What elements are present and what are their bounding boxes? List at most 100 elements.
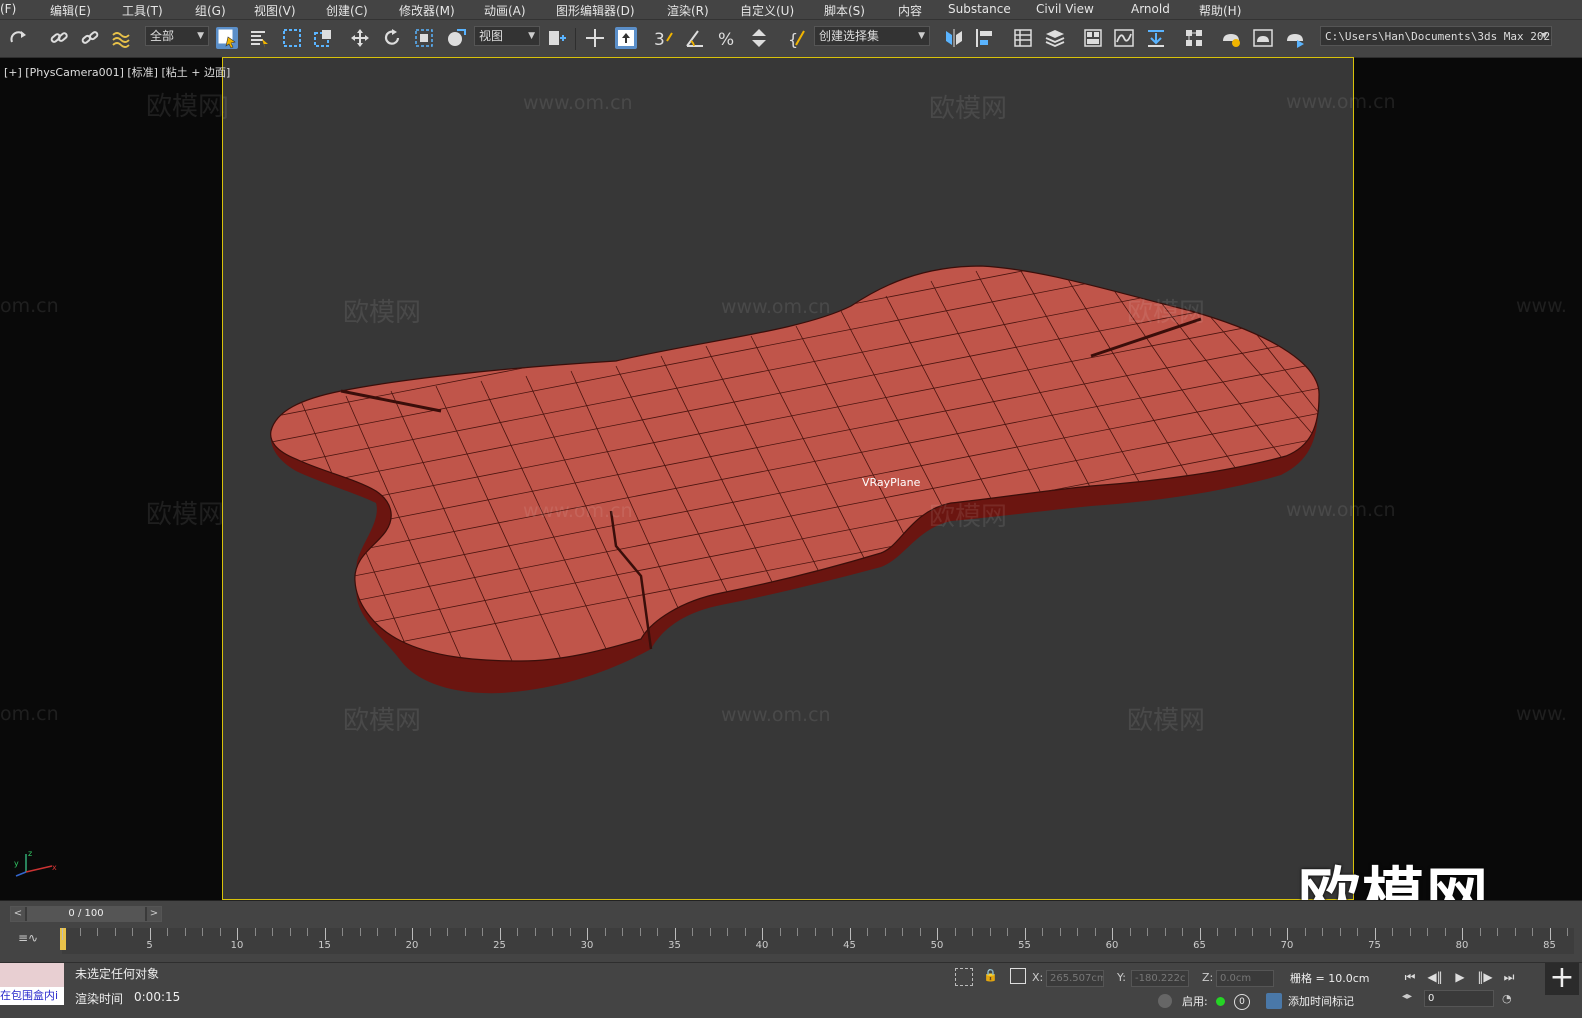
time-config-icon[interactable]: ◔ [1502, 992, 1512, 1005]
watermark: www.om.cn [523, 500, 633, 522]
timeline-tick [1234, 928, 1236, 936]
isolate-selection-icon[interactable] [955, 968, 973, 986]
align-icon[interactable] [973, 27, 995, 49]
time-cursor[interactable] [60, 928, 66, 950]
redo-icon[interactable] [8, 27, 30, 49]
toggle-ribbon-icon[interactable] [1082, 27, 1104, 49]
enable-label: 启用: [1182, 995, 1208, 1008]
menu-group[interactable]: 组(G) [195, 2, 226, 19]
menu-help[interactable]: 帮助(H) [1199, 2, 1241, 19]
layer-explorer-icon[interactable] [1044, 27, 1066, 49]
menu-scripting[interactable]: 脚本(S) [824, 2, 865, 19]
previous-frame-icon[interactable]: ◀‖ [1424, 967, 1446, 987]
select-object-icon[interactable] [216, 27, 238, 49]
timeline-tick [1042, 928, 1043, 936]
play-icon[interactable]: ▶ [1449, 967, 1471, 987]
add-time-tag[interactable]: 添加时间标记 [1288, 993, 1354, 1009]
adaptive-degradation-icon[interactable] [1158, 994, 1172, 1008]
maxscript-listener[interactable] [0, 963, 64, 987]
current-frame-field[interactable]: 0 [1424, 990, 1494, 1007]
add-viewport-button[interactable]: + [1545, 963, 1579, 995]
vray-plane-object[interactable] [223, 58, 1354, 900]
time-slider-next-button[interactable]: > [147, 907, 161, 921]
mini-curve-editor-icon[interactable]: ≡∿ [18, 931, 38, 945]
watermark: www. [1516, 703, 1567, 725]
percent-snap-icon[interactable]: % [716, 27, 738, 49]
menu-arnold[interactable]: Arnold [1131, 2, 1170, 16]
x-coord-field[interactable]: 265.507cm [1046, 970, 1104, 987]
key-mode-icon[interactable]: ◂▸ [1402, 991, 1412, 1002]
timeline-tick [1322, 928, 1323, 936]
z-coord-field[interactable]: 0.0cm [1216, 970, 1274, 987]
menu-edit[interactable]: 编辑(E) [50, 2, 91, 19]
timeline-tick [989, 928, 991, 936]
object-label: VRayPlane [862, 476, 921, 489]
select-manipulate-icon[interactable] [584, 27, 606, 49]
y-coord-field[interactable]: -180.222c [1131, 970, 1189, 987]
dropdown-arrow-icon: ▼ [528, 31, 535, 41]
time-slider-value[interactable]: 0 / 100 [27, 907, 145, 921]
menu-create[interactable]: 创建(C) [326, 2, 368, 19]
menu-modifiers[interactable]: 修改器(M) [399, 2, 455, 19]
time-slider-prev-button[interactable]: < [11, 907, 25, 921]
camera-viewport[interactable]: 欧模网 www.om.cn 欧模网 欧模网 www.om.cn 欧模网 www.… [222, 57, 1354, 900]
bind-space-warp-icon[interactable] [110, 27, 132, 49]
rendered-frame-window-icon[interactable] [1252, 27, 1274, 49]
menu-views[interactable]: 视图(V) [254, 2, 296, 19]
scale-icon[interactable] [413, 27, 435, 49]
viewport-label[interactable]: [+] [PhysCamera001] [标准] [粘土 + 边面] [4, 64, 230, 80]
angle-snap-icon[interactable] [684, 27, 706, 49]
spinner-snap-icon[interactable] [748, 27, 770, 49]
menu-rendering[interactable]: 渲染(R) [667, 2, 709, 19]
link-icon[interactable] [48, 27, 70, 49]
rectangular-selection-icon[interactable] [281, 27, 303, 49]
scene-explorer-icon[interactable] [1012, 27, 1034, 49]
project-folder-path: C:\Users\Han\Documents\3ds Max 2022 [1325, 30, 1552, 43]
project-folder-dropdown[interactable]: C:\Users\Han\Documents\3ds Max 2022 ▼ [1320, 26, 1552, 46]
timeline-tick [1199, 928, 1201, 940]
menu-tools[interactable]: 工具(T) [122, 2, 163, 19]
enable-count[interactable]: 0 [1234, 994, 1250, 1010]
snaps-toggle-icon[interactable]: 3 [652, 27, 674, 49]
lock-icon[interactable]: 🔒 [983, 968, 998, 984]
menu-civil-view[interactable]: Civil View [1036, 2, 1094, 16]
timeline-track[interactable]: 5 10 15 20 25 30 35 40 45 50 55 60 65 70 75 80 85 [60, 928, 1574, 954]
time-slider[interactable]: < 0 / 100 > [10, 906, 162, 922]
menu-graph-editors[interactable]: 图形编辑器(D) [556, 2, 635, 19]
pivot-center-icon[interactable] [546, 27, 568, 49]
curve-editor-icon[interactable] [1113, 27, 1135, 49]
edit-named-selection-icon[interactable]: { [786, 27, 808, 49]
render-production-icon[interactable] [1284, 27, 1306, 49]
time-tag-icon[interactable] [1266, 993, 1282, 1009]
place-icon[interactable] [445, 27, 467, 49]
unlink-icon[interactable] [79, 27, 101, 49]
keyboard-shortcut-override-icon[interactable] [615, 27, 637, 49]
go-to-start-icon[interactable]: ⏮ [1399, 967, 1421, 987]
menu-file[interactable]: (F) [0, 2, 16, 16]
menu-content[interactable]: 内容 [898, 2, 922, 19]
window-crossing-icon[interactable] [312, 27, 334, 49]
material-editor-icon[interactable] [1183, 27, 1205, 49]
move-icon[interactable] [349, 27, 371, 49]
timeline-tick-label: 40 [755, 940, 769, 951]
menu-substance[interactable]: Substance [948, 2, 1011, 16]
timeline-tick-label: 85 [1543, 940, 1556, 951]
absolute-mode-icon[interactable] [1010, 968, 1026, 984]
timeline-tick-label: 70 [1280, 940, 1294, 951]
render-setup-icon[interactable] [1220, 27, 1242, 49]
menu-animation[interactable]: 动画(A) [484, 2, 526, 19]
rotate-icon[interactable] [381, 27, 403, 49]
named-selection-dropdown[interactable]: 创建选择集 ▼ [814, 26, 930, 46]
menu-customize[interactable]: 自定义(U) [740, 2, 794, 19]
select-by-name-icon[interactable] [248, 27, 270, 49]
go-to-end-icon[interactable]: ⏭ [1498, 967, 1520, 987]
timeline-tick-label: 75 [1368, 940, 1381, 951]
mirror-icon[interactable] [943, 27, 965, 49]
timeline-tick [884, 928, 886, 936]
schematic-view-icon[interactable] [1145, 27, 1167, 49]
next-frame-icon[interactable]: ‖▶ [1474, 967, 1496, 987]
selection-filter-dropdown[interactable]: 全部 ▼ [145, 26, 209, 46]
maxscript-hint[interactable]: 在包围盒内i [0, 987, 64, 1005]
watermark: www.om.cn [523, 92, 633, 114]
reference-coord-dropdown[interactable]: 视图 ▼ [474, 26, 540, 46]
